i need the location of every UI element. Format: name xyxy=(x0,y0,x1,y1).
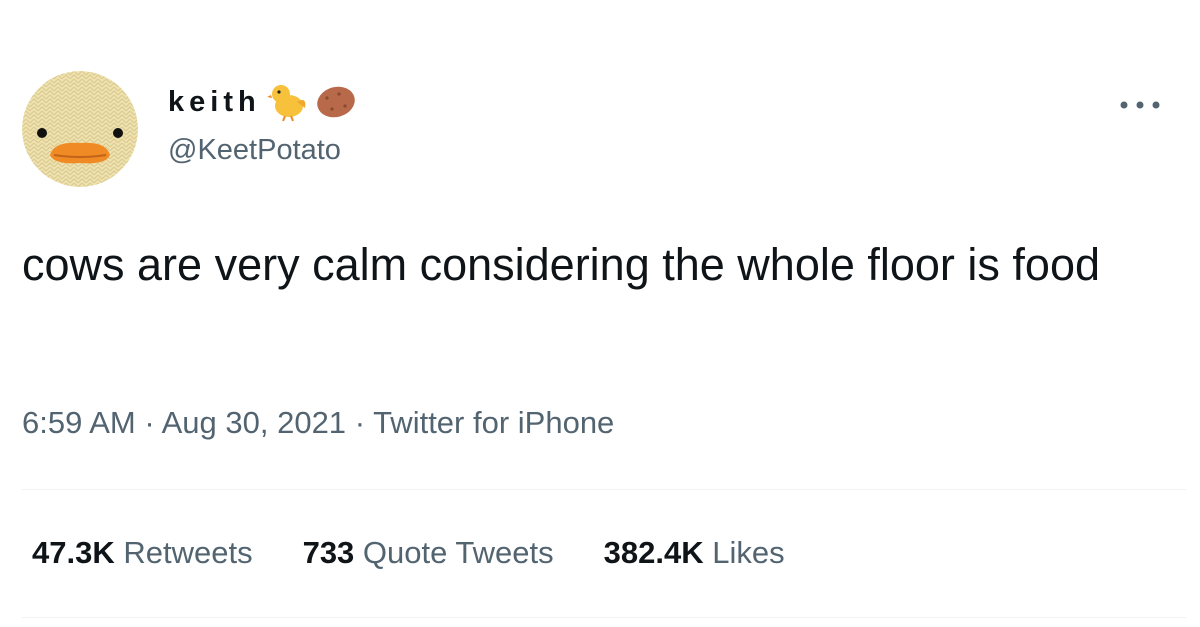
divider xyxy=(22,617,1186,618)
tweet-text: cows are very calm considering the whole… xyxy=(22,239,1101,290)
divider xyxy=(22,489,1186,490)
duck-face-avatar-icon xyxy=(22,71,138,187)
likes-label: Likes xyxy=(712,535,785,570)
quote-tweets-stat[interactable]: 733 Quote Tweets xyxy=(303,535,554,571)
likes-count: 382.4K xyxy=(603,535,713,570)
avatar[interactable] xyxy=(22,71,138,187)
author-display-name[interactable]: keith xyxy=(168,86,261,119)
author-handle[interactable]: @KeetPotato xyxy=(168,134,341,167)
likes-stat[interactable]: 382.4K Likes xyxy=(604,535,785,571)
retweets-stat[interactable]: 47.3K Retweets xyxy=(32,535,253,571)
author-name-row[interactable]: keith xyxy=(168,82,357,122)
tweet-stats: 47.3K Retweets 733 Quote Tweets 382.4K L… xyxy=(32,535,835,571)
retweets-count: 47.3K xyxy=(32,535,124,570)
tweet-card: keith @KeetPotato cows are very calm con… xyxy=(0,0,1200,627)
tweet-date[interactable]: Aug 30, 2021 xyxy=(162,405,346,440)
quote-tweets-count: 733 xyxy=(302,535,363,570)
potato-icon xyxy=(315,82,357,122)
quote-tweets-label: Quote Tweets xyxy=(362,535,554,570)
tweet-meta: 6:59 AM · Aug 30, 2021 · Twitter for iPh… xyxy=(22,405,614,441)
meta-separator: · xyxy=(354,405,374,440)
more-options-icon[interactable] xyxy=(1112,92,1168,118)
tweet-time[interactable]: 6:59 AM xyxy=(22,405,136,440)
meta-separator: · xyxy=(144,405,162,440)
retweets-label: Retweets xyxy=(123,535,253,570)
tweet-source[interactable]: Twitter for iPhone xyxy=(373,405,614,440)
baby-chick-icon xyxy=(266,82,309,122)
